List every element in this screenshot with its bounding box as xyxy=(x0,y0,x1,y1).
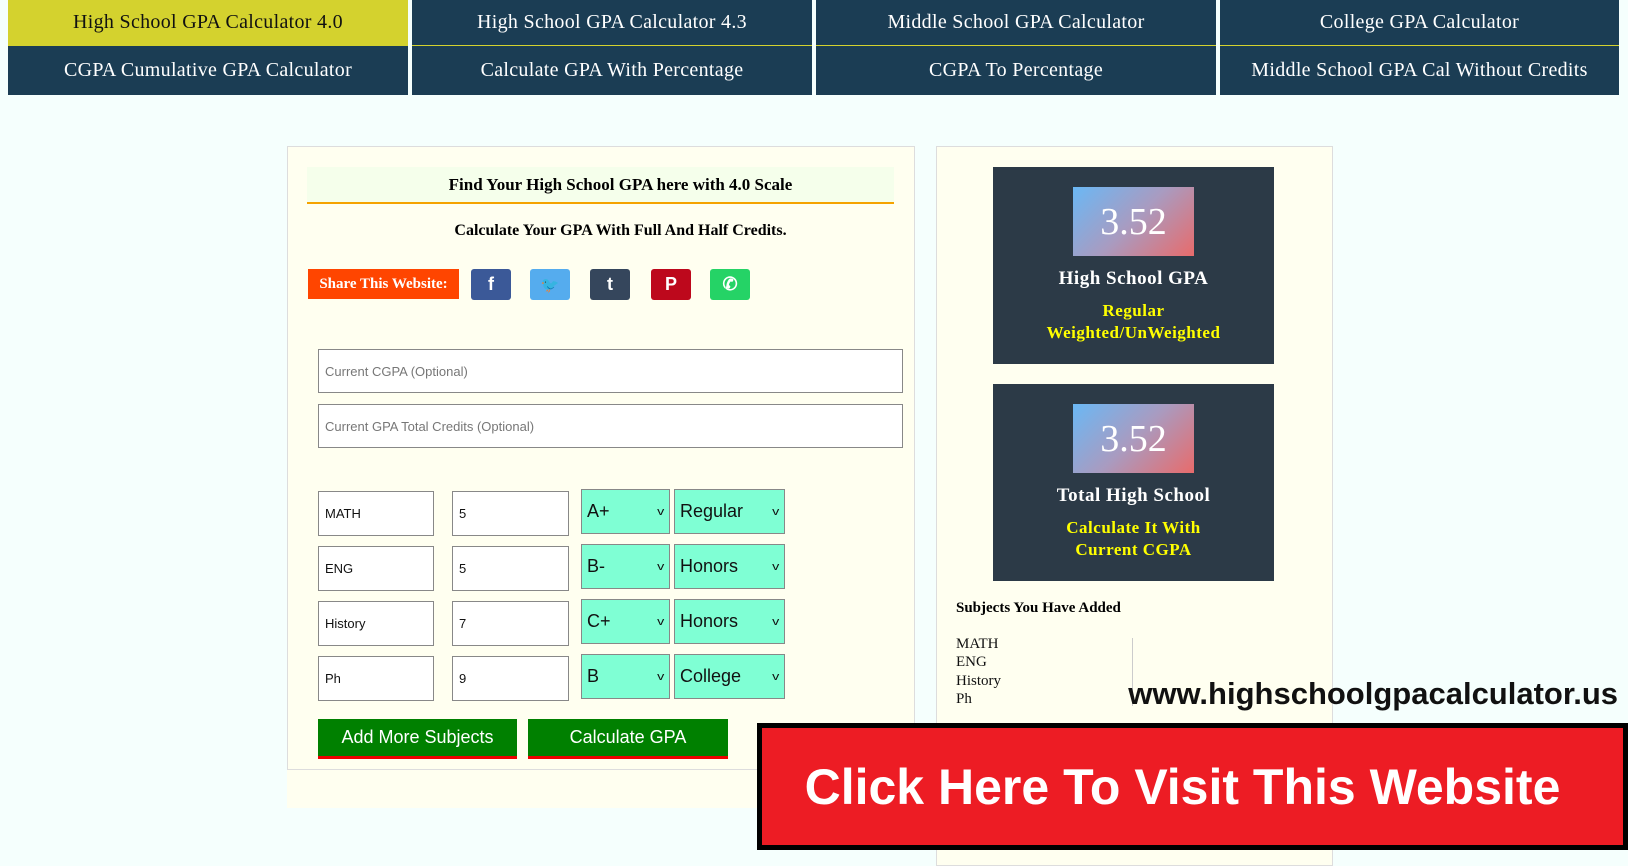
visit-website-banner[interactable]: Click Here To Visit This Website xyxy=(757,723,1628,850)
subject-credits-input[interactable]: 7 xyxy=(452,601,569,646)
chevron-down-icon: v xyxy=(771,560,779,573)
add-more-subjects-button[interactable]: Add More Subjects xyxy=(318,719,517,759)
share-label: Share This Website: xyxy=(308,269,459,299)
website-url: www.highschoolgpacalculator.us xyxy=(1128,676,1618,711)
type-value: Regular xyxy=(680,501,744,521)
nav-cgpa-to-percentage[interactable]: CGPA To Percentage xyxy=(816,46,1216,95)
pinterest-icon[interactable]: P xyxy=(651,269,691,300)
course-type-select[interactable]: College v xyxy=(674,654,785,699)
twitter-icon[interactable]: 🐦 xyxy=(530,269,570,300)
grade-value: A+ xyxy=(587,501,610,521)
added-subject: History xyxy=(956,673,1001,689)
course-type-select[interactable]: Honors v xyxy=(674,544,785,589)
total-card-title: Total High School xyxy=(1056,485,1211,506)
chevron-down-icon: v xyxy=(656,615,664,628)
gpa-card-line2: Weighted/UnWeighted xyxy=(1046,323,1221,342)
type-value: Honors xyxy=(680,611,739,631)
grade-value: B- xyxy=(587,556,605,576)
grade-select[interactable]: Bv xyxy=(581,654,670,699)
gpa-result-card: 3.52 High School GPA Regular Weighted/UnW… xyxy=(993,167,1274,364)
course-type-select[interactable]: Honors v xyxy=(674,599,785,644)
total-card-line1: Calculate It With xyxy=(1066,518,1201,537)
type-value: College xyxy=(680,666,742,686)
nav-high-school-gpa-4-0[interactable]: High School GPA Calculator 4.0 xyxy=(8,0,408,46)
grade-select[interactable]: A+ v xyxy=(581,489,670,534)
chevron-down-icon: v xyxy=(771,615,779,628)
subject-credits-input[interactable]: 5 xyxy=(452,491,569,536)
calculate-gpa-button[interactable]: Calculate GPA xyxy=(528,719,728,759)
subject-name-input[interactable]: MATH xyxy=(318,491,434,536)
total-gpa-result-card: 3.52 Total High School Calculate It With… xyxy=(993,384,1274,581)
nav-cgpa-cumulative[interactable]: CGPA Cumulative GPA Calculator xyxy=(8,46,408,95)
grade-value: C+ xyxy=(587,611,611,631)
type-value: Honors xyxy=(680,556,739,576)
calculator-title: Find Your High School GPA here with 4.0 … xyxy=(307,167,894,204)
grade-select[interactable]: C+ v xyxy=(581,599,670,644)
grade-select[interactable]: B-v xyxy=(581,544,670,589)
added-subject: ENG xyxy=(956,654,987,670)
chevron-down-icon: v xyxy=(771,505,779,518)
chevron-down-icon: v xyxy=(656,560,664,573)
chevron-down-icon: v xyxy=(771,670,779,683)
course-type-select[interactable]: Regular v xyxy=(674,489,785,534)
total-gpa-value: 3.52 xyxy=(1073,404,1194,473)
subject-credits-input[interactable]: 5 xyxy=(452,546,569,591)
chevron-down-icon: v xyxy=(656,505,664,518)
added-subject: Ph xyxy=(956,691,972,707)
calculator-subtitle: Calculate Your GPA With Full And Half Cr… xyxy=(454,222,787,239)
gpa-card-title: High School GPA xyxy=(1058,268,1209,289)
chevron-down-icon: v xyxy=(656,670,664,683)
total-card-line2: Current CGPA xyxy=(1075,540,1192,559)
nav-middle-school-without-credits[interactable]: Middle School GPA Cal Without Credits xyxy=(1220,46,1619,95)
subject-name-input[interactable]: History xyxy=(318,601,434,646)
grade-value: B xyxy=(587,666,600,686)
subject-name-input[interactable]: ENG xyxy=(318,546,434,591)
gpa-card-line1: Regular xyxy=(1102,301,1165,320)
subject-credits-input[interactable]: 9 xyxy=(452,656,569,701)
nav-gpa-with-percentage[interactable]: Calculate GPA With Percentage xyxy=(412,46,812,95)
total-card-subtitle: Calculate It With Current CGPA xyxy=(993,517,1274,561)
nav-college-gpa[interactable]: College GPA Calculator xyxy=(1220,0,1619,46)
nav-high-school-gpa-4-3[interactable]: High School GPA Calculator 4.3 xyxy=(412,0,812,46)
facebook-icon[interactable]: f xyxy=(471,269,511,300)
nav-middle-school-gpa[interactable]: Middle School GPA Calculator xyxy=(816,0,1216,46)
subject-name-input[interactable]: Ph xyxy=(318,656,434,701)
current-credits-input[interactable]: Current GPA Total Credits (Optional) xyxy=(318,404,903,448)
current-cgpa-input[interactable]: Current CGPA (Optional) xyxy=(318,349,903,393)
tumblr-icon[interactable]: t xyxy=(590,269,630,300)
added-subject: MATH xyxy=(956,636,999,652)
whatsapp-icon[interactable]: ✆ xyxy=(710,269,750,300)
subjects-added-heading: Subjects You Have Added xyxy=(956,600,1121,616)
gpa-card-subtitle: Regular Weighted/UnWeighted xyxy=(993,300,1274,344)
gpa-value: 3.52 xyxy=(1073,187,1194,256)
